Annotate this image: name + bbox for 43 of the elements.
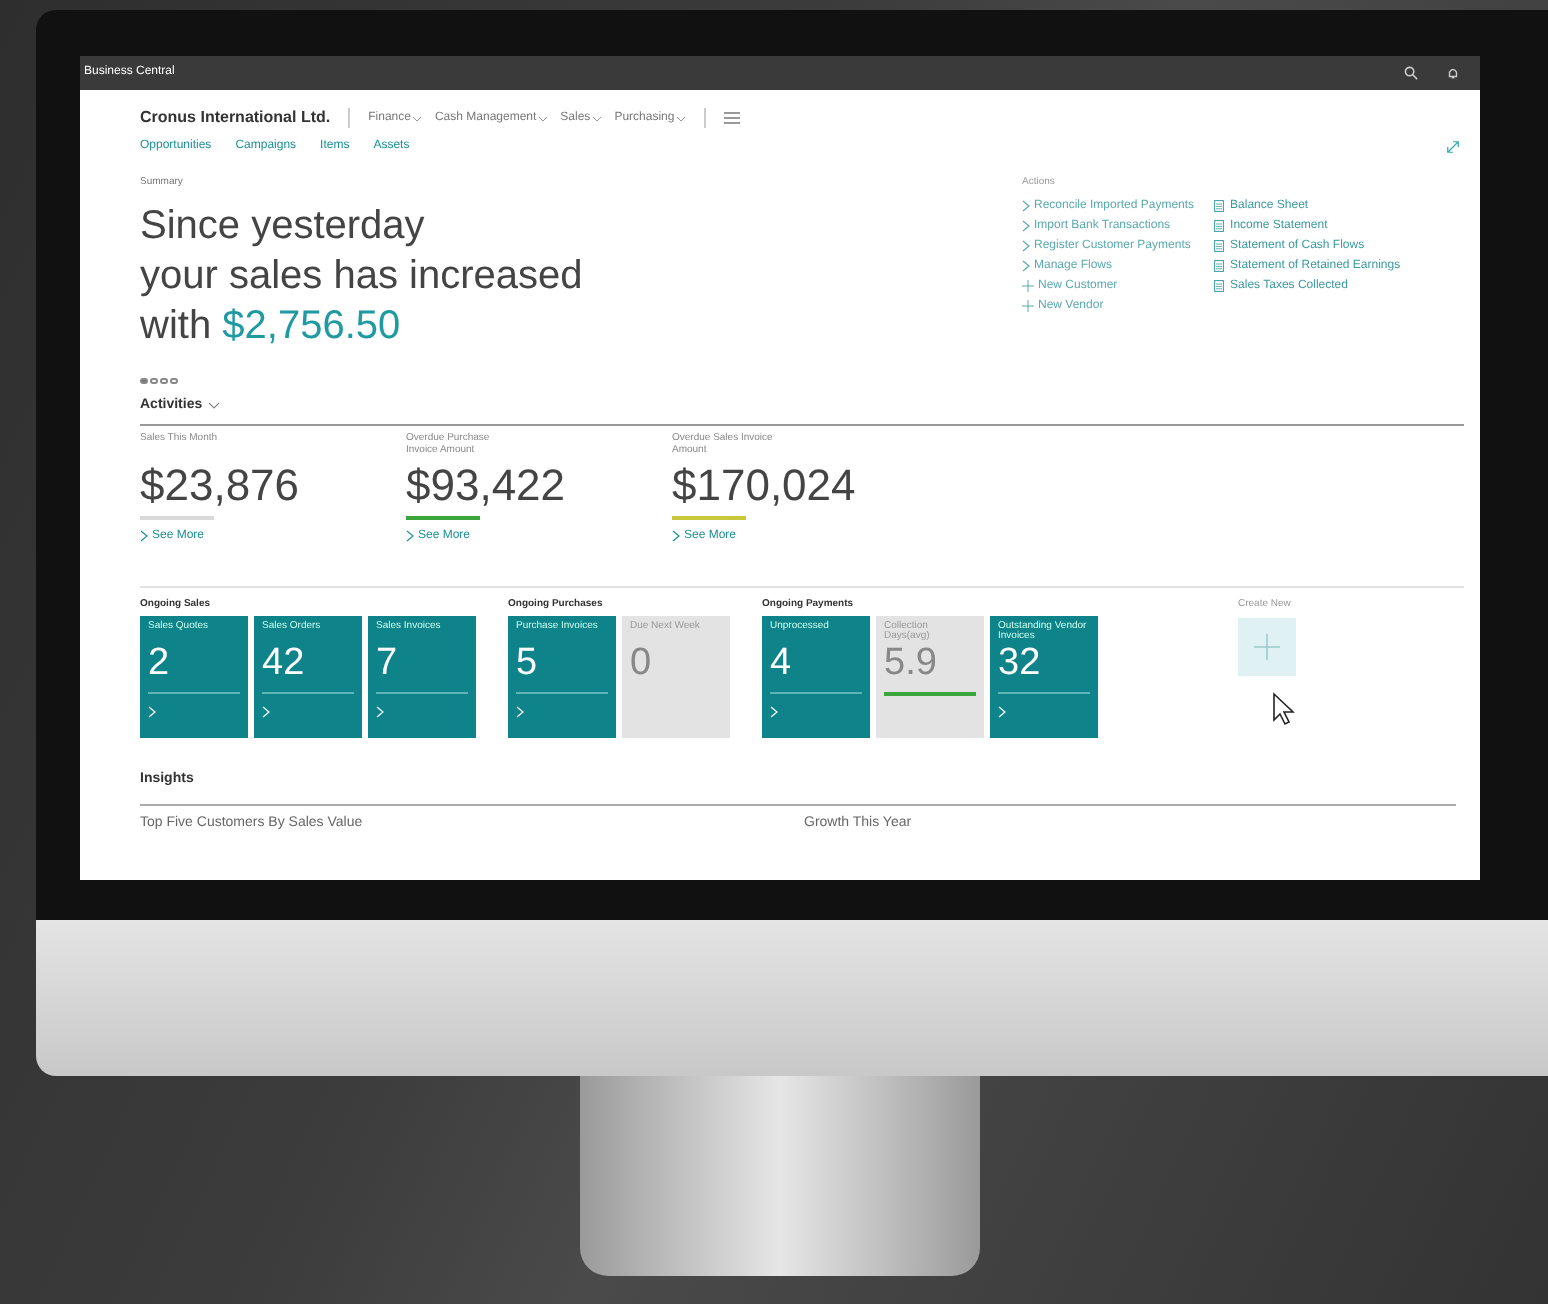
headline-text: your sales has increased xyxy=(140,251,585,301)
chevron-down-icon xyxy=(538,115,549,121)
kpi-value[interactable]: $170,024 xyxy=(672,460,938,512)
menu-icon[interactable] xyxy=(724,112,741,124)
document-icon xyxy=(1214,240,1225,252)
tile-value: 32 xyxy=(998,643,1043,683)
tile-value: 4 xyxy=(770,643,794,683)
chevron-right-icon xyxy=(376,705,384,717)
plus-icon xyxy=(1022,280,1034,292)
company-name[interactable]: Cronus International Ltd. xyxy=(140,106,331,130)
tile-value: 0 xyxy=(630,643,654,683)
expand-icon[interactable] xyxy=(1446,140,1460,154)
chevron-right-icon xyxy=(148,705,156,717)
tile-value: 7 xyxy=(376,643,400,683)
bell-icon[interactable] xyxy=(1446,66,1460,80)
chevron-right-icon xyxy=(516,705,524,717)
chevron-down-icon xyxy=(676,115,687,121)
tile-value: 42 xyxy=(262,643,307,683)
document-icon xyxy=(1214,260,1225,272)
chevron-right-icon xyxy=(998,705,1006,717)
mouse-pointer-icon xyxy=(1272,691,1296,725)
kpi-value[interactable]: $93,422 xyxy=(406,460,672,512)
chevron-right-icon xyxy=(140,530,148,542)
kpi-value[interactable]: $23,876 xyxy=(140,460,406,512)
chevron-right-icon xyxy=(262,705,270,717)
chevron-right-icon xyxy=(672,530,680,542)
plus-icon xyxy=(1022,300,1034,312)
chevron-down-icon xyxy=(412,115,423,121)
document-icon xyxy=(1214,200,1225,212)
headline-text: with $2,756.50 xyxy=(140,301,403,351)
chevron-down-icon xyxy=(592,115,603,121)
add-tile[interactable] xyxy=(1238,617,1296,675)
tile-value: 5.9 xyxy=(884,643,939,683)
headline-text: Since yesterday xyxy=(140,201,427,251)
chevron-right-icon xyxy=(770,705,778,717)
tile-value: 5 xyxy=(516,643,540,683)
plus-icon xyxy=(1254,633,1280,659)
search-icon[interactable] xyxy=(1404,66,1418,80)
document-icon xyxy=(1214,280,1225,292)
chevron-down-icon[interactable] xyxy=(208,402,221,411)
tile-value: 2 xyxy=(148,643,172,683)
chevron-right-icon xyxy=(406,530,414,542)
document-icon xyxy=(1214,220,1225,232)
